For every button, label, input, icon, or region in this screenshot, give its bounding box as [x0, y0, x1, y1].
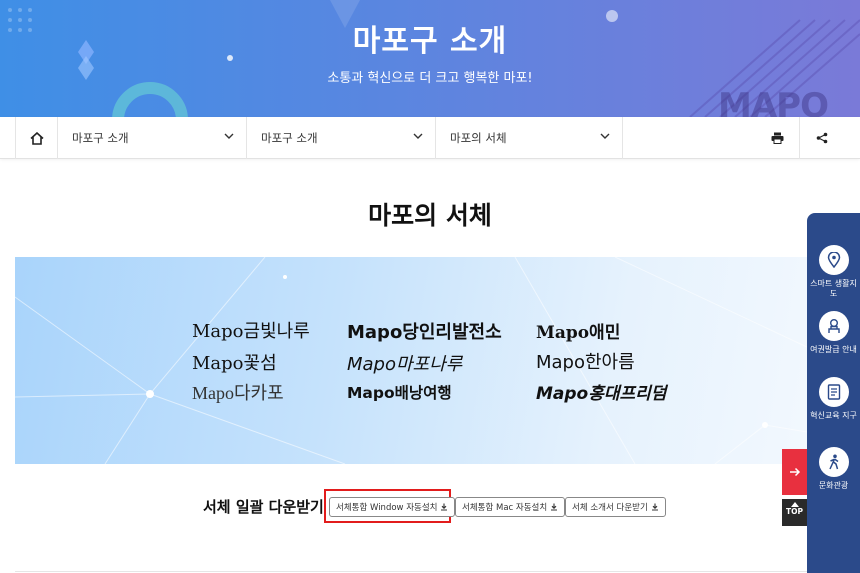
scroll-top-button[interactable]: TOP [782, 499, 807, 526]
mapo-logo: MAPO [718, 86, 829, 117]
quick-menu-label: 스마트 생활지도 [810, 279, 857, 298]
divider [15, 571, 807, 572]
font-sample: Mapo홍대프리덤 [536, 384, 667, 404]
download-icon [551, 503, 558, 511]
font-sample: Mapo애민 [536, 323, 621, 343]
quick-menu-item-smart-map[interactable]: 스마트 생활지도 [807, 245, 860, 299]
passport-icon [827, 319, 840, 333]
walker-icon [828, 454, 838, 470]
print-icon [771, 132, 783, 144]
font-showcase: Mapo금빛나루 Mapo당인리발전소 Mapo애민 Mapo꽃섬 Mapo마포… [15, 257, 807, 464]
font-sample: Mapo꽃섬 [192, 353, 277, 374]
quick-menu: 스마트 생활지도 여권발급 안내 혁신교육 지구 문화관광 [807, 213, 860, 573]
quick-menu-label: 문화관광 [818, 481, 849, 490]
home-icon [29, 131, 44, 145]
font-sample: Mapo다카포 [192, 383, 284, 403]
download-mac-button[interactable]: 서체통합 Mac 자동설치 [455, 497, 566, 517]
chevron-down-icon [224, 133, 234, 139]
chevron-down-icon [600, 133, 610, 139]
share-icon [816, 132, 827, 144]
hero-subtitle: 소통과 혁신으로 더 크고 행복한 마포! [327, 71, 533, 86]
breadcrumb-dropdown-3[interactable]: 마포의 서체 [436, 117, 623, 159]
quick-menu-item-culture[interactable]: 문화관광 [807, 447, 860, 491]
arrow-right-icon [789, 467, 800, 477]
quick-menu-label: 혁신교육 지구 [810, 411, 857, 420]
icon-circle [818, 377, 849, 407]
breadcrumb: 마포구 소개 마포구 소개 마포의 서체 [0, 117, 860, 159]
download-all-label: 서체 일괄 다운받기 [203, 498, 324, 516]
font-sample: Mapo배낭여행 [347, 384, 452, 402]
book-icon [827, 384, 840, 400]
icon-circle [818, 311, 849, 341]
download-icon [651, 503, 658, 511]
hero-banner: 마포구 소개 소통과 혁신으로 더 크고 행복한 마포! MAPO [0, 0, 860, 117]
breadcrumb-dropdown-2[interactable]: 마포구 소개 [247, 117, 436, 159]
button-label: 서체통합 Mac 자동설치 [462, 503, 548, 513]
breadcrumb-dropdown-1[interactable]: 마포구 소개 [58, 117, 247, 159]
chevron-down-icon [413, 133, 423, 139]
home-button[interactable] [15, 117, 58, 159]
download-icon [441, 503, 448, 511]
share-button[interactable] [799, 117, 843, 159]
icon-circle [818, 245, 849, 275]
hero-title: 마포구 소개 [352, 24, 508, 59]
button-label: 서체 소개서 다운받기 [572, 503, 648, 513]
breadcrumb-label: 마포구 소개 [72, 131, 129, 145]
font-sample: Mapo한아름 [536, 352, 635, 373]
quick-menu-item-passport[interactable]: 여권발급 안내 [807, 311, 860, 355]
font-sample: Mapo마포나루 [347, 354, 463, 375]
icon-circle [818, 447, 849, 477]
download-windows-button[interactable]: 서체통합 Window 자동설치 [329, 497, 456, 517]
quick-menu-toggle[interactable] [782, 449, 807, 495]
button-label: 서체통합 Window 자동설치 [336, 503, 438, 513]
breadcrumb-label: 마포구 소개 [261, 131, 318, 145]
breadcrumb-label: 마포의 서체 [450, 131, 507, 145]
font-sample: Mapo당인리발전소 [347, 322, 502, 343]
page-title: 마포의 서체 [368, 201, 492, 230]
font-sample: Mapo금빛나루 [192, 321, 310, 342]
print-button[interactable] [755, 117, 799, 159]
quick-menu-item-education[interactable]: 혁신교육 지구 [807, 377, 860, 421]
top-label: TOP [786, 507, 803, 516]
map-pin-icon [827, 252, 840, 268]
download-brochure-button[interactable]: 서체 소개서 다운받기 [565, 497, 666, 517]
quick-menu-label: 여권발급 안내 [810, 345, 857, 354]
